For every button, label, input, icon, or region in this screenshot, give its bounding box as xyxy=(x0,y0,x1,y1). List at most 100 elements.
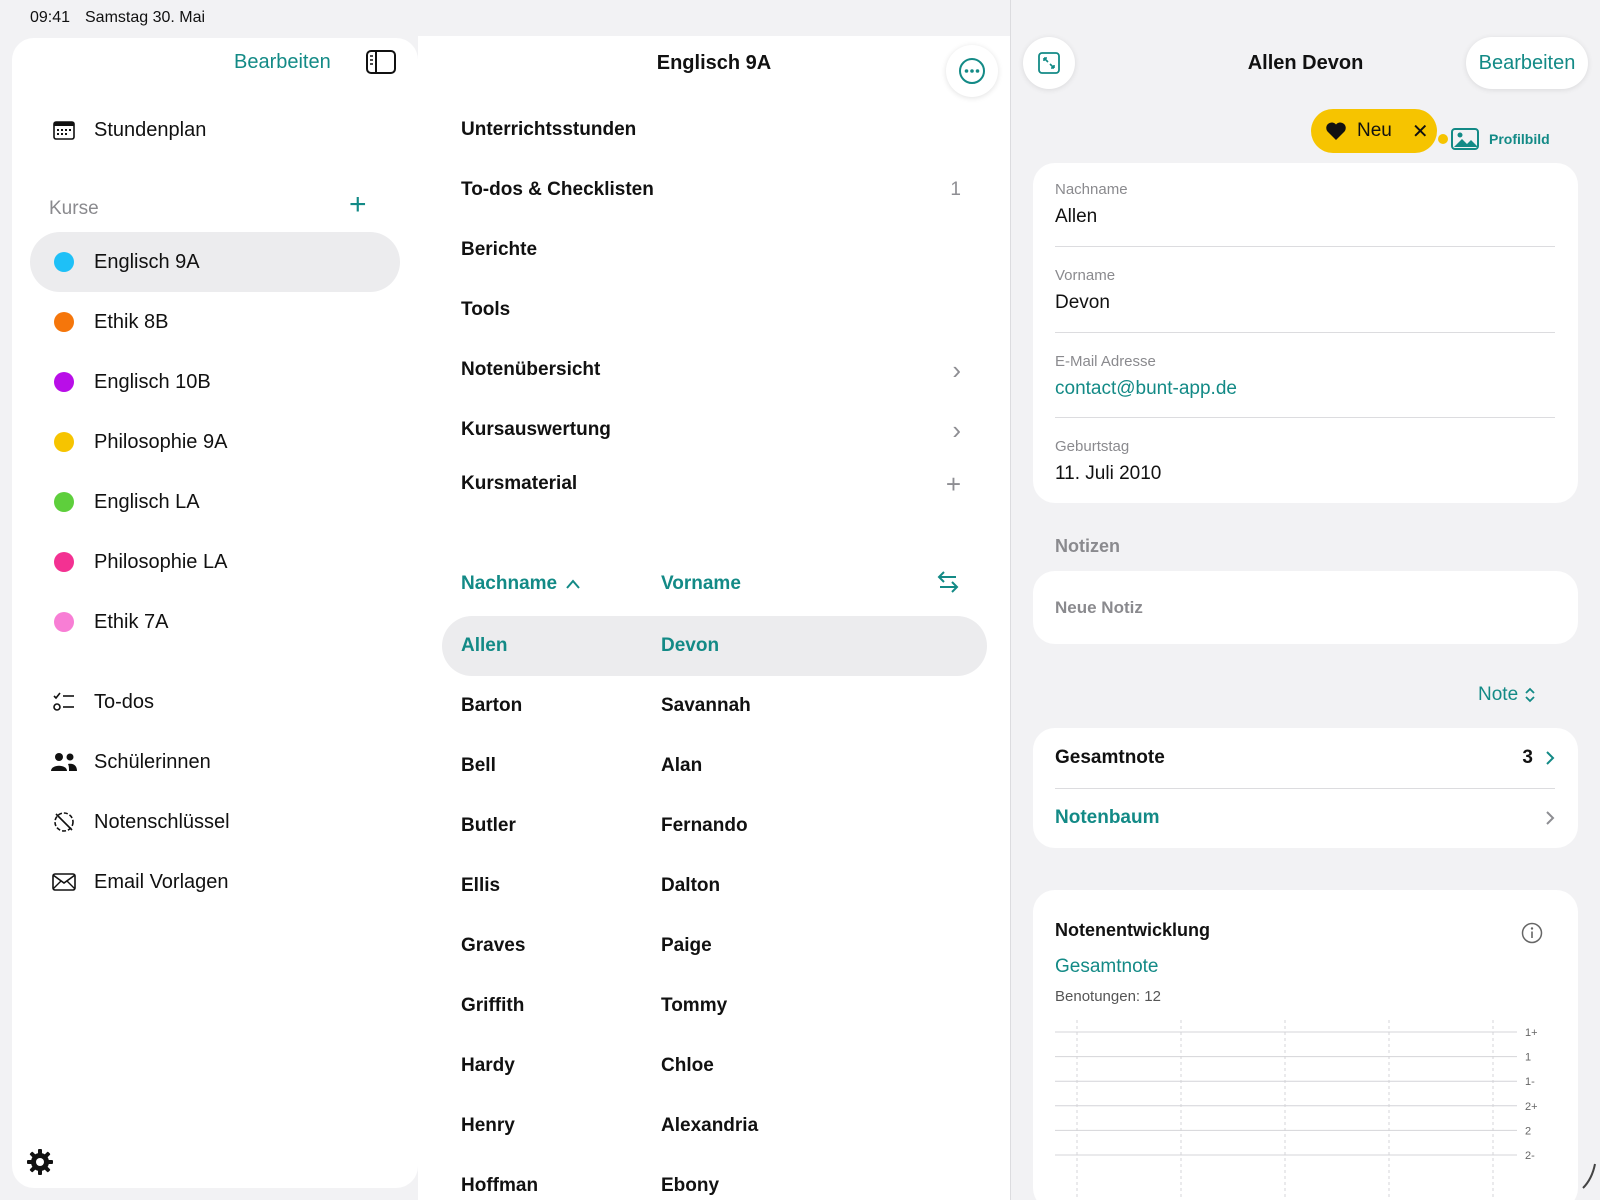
student-row[interactable]: Henry Alexandria xyxy=(442,1096,987,1156)
course-color-dot xyxy=(54,492,74,512)
student-row[interactable]: Hardy Chloe xyxy=(442,1036,987,1096)
settings-gear-icon[interactable] xyxy=(26,1148,54,1176)
heart-icon xyxy=(1326,122,1346,140)
chevron-right-icon: › xyxy=(952,414,961,445)
add-material-icon[interactable]: + xyxy=(946,469,961,500)
lastname-field[interactable]: Nachname Allen xyxy=(1055,181,1555,228)
calendar-icon xyxy=(50,120,78,140)
menu-lessons[interactable]: Unterrichtsstunden xyxy=(461,110,961,150)
profile-picture-label: Profilbild xyxy=(1489,131,1550,147)
sidebar-course-englisch-10b[interactable]: Englisch 10B xyxy=(30,352,400,412)
add-course-button[interactable]: + xyxy=(349,190,367,220)
profile-picture-button[interactable]: Profilbild xyxy=(1451,128,1550,150)
student-lastname: Ellis xyxy=(461,875,501,896)
email-link[interactable]: contact@bunt-app.de xyxy=(1055,378,1555,400)
menu-grade-overview[interactable]: Notenübersicht › xyxy=(461,350,961,390)
grade-development-subtitle: Gesamtnote xyxy=(1055,956,1159,977)
courses-section-title: Kurse xyxy=(49,198,99,219)
firstname-field[interactable]: Vorname Devon xyxy=(1055,267,1555,314)
grade-type-selector[interactable]: Note xyxy=(1478,684,1536,706)
sidebar-item-schedule[interactable]: Stundenplan xyxy=(30,100,400,160)
chart-y-tick-label: 1+ xyxy=(1525,1027,1538,1039)
swap-arrows-icon[interactable] xyxy=(936,569,960,595)
chevron-right-icon xyxy=(1546,751,1555,765)
menu-label: Berichte xyxy=(461,239,538,260)
sidebar-item-todos[interactable]: To-dos xyxy=(30,672,400,732)
sidebar-item-label: Notenschlüssel xyxy=(94,810,230,833)
sidebar-course-englisch-la[interactable]: Englisch LA xyxy=(30,472,400,532)
detail-edit-button[interactable]: Bearbeiten xyxy=(1466,37,1588,89)
sidebar-course-englisch-9a[interactable]: Englisch 9A xyxy=(30,232,400,292)
photo-icon xyxy=(1451,128,1479,150)
status-time: 09:41 xyxy=(30,9,71,26)
student-info-card: Nachname Allen Vorname Devon E-Mail Adre… xyxy=(1033,163,1578,503)
sidebar-item-label: Philosophie 9A xyxy=(94,430,228,453)
grade-development-title: Notenentwicklung xyxy=(1055,920,1211,940)
sidebar-course-ethik-8b[interactable]: Ethik 8B xyxy=(30,292,400,352)
sidebar-course-ethik-7a[interactable]: Ethik 7A xyxy=(30,592,400,652)
student-row[interactable]: Allen Devon xyxy=(442,616,987,676)
field-value: 11. Juli 2010 xyxy=(1055,463,1162,484)
chart-y-tick-label: 1- xyxy=(1525,1076,1535,1088)
grade-development-chart: 1+ 1 1- 2+ 2 2- xyxy=(1055,1020,1538,1200)
sidebar-item-email-templates[interactable]: Email Vorlagen xyxy=(30,852,400,912)
student-firstname: Alan xyxy=(661,755,703,776)
divider xyxy=(1055,332,1555,333)
student-firstname: Alexandria xyxy=(661,1115,759,1136)
student-firstname: Chloe xyxy=(661,1055,714,1076)
grade-key-icon xyxy=(50,811,78,833)
menu-label: Kursauswertung xyxy=(461,419,611,440)
student-lastname: Hardy xyxy=(461,1055,515,1076)
more-options-button[interactable] xyxy=(946,45,998,97)
menu-reports[interactable]: Berichte xyxy=(461,230,961,270)
tag-label: Neu xyxy=(1357,120,1392,141)
student-row[interactable]: Ellis Dalton xyxy=(442,856,987,916)
menu-label: To-dos & Checklisten xyxy=(461,179,654,200)
chevron-up-icon xyxy=(566,579,580,589)
student-firstname: Ebony xyxy=(661,1175,720,1196)
sidebar-course-philosophie-9a[interactable]: Philosophie 9A xyxy=(30,412,400,472)
remove-tag-icon[interactable]: ✕ xyxy=(1412,119,1429,144)
email-field[interactable]: E-Mail Adresse contact@bunt-app.de xyxy=(1055,353,1555,400)
student-lastname: Butler xyxy=(461,815,516,836)
pencil-scribble-icon xyxy=(1582,1163,1596,1189)
sidebar-item-label: Ethik 8B xyxy=(94,310,169,333)
sidebar-edit-button[interactable]: Bearbeiten xyxy=(234,51,331,74)
info-icon[interactable] xyxy=(1521,922,1543,944)
sidebar-toggle-icon[interactable] xyxy=(366,50,396,74)
student-firstname: Tommy xyxy=(661,995,728,1016)
overall-grade-value: 3 xyxy=(1522,747,1533,768)
sidebar-course-philosophie-la[interactable]: Philosophie LA xyxy=(30,532,400,592)
overall-grade-row[interactable]: Gesamtnote 3 xyxy=(1055,728,1555,788)
menu-todos-checklists[interactable]: To-dos & Checklisten 1 xyxy=(461,170,961,210)
people-icon xyxy=(50,752,78,772)
sidebar-item-students[interactable]: Schülerinnen xyxy=(30,732,400,792)
field-label: Nachname xyxy=(1055,181,1128,198)
chevron-right-icon xyxy=(1546,811,1555,825)
menu-label: Tools xyxy=(461,299,511,320)
course-color-dot xyxy=(54,252,74,272)
student-lastname: Graves xyxy=(461,935,526,956)
birthday-field[interactable]: Geburtstag 11. Juli 2010 xyxy=(1055,438,1555,485)
menu-tools[interactable]: Tools xyxy=(461,290,961,330)
student-lastname: Barton xyxy=(461,695,523,716)
new-note-card[interactable]: Neue Notiz xyxy=(1033,571,1578,644)
course-color-dot xyxy=(54,552,74,572)
student-row[interactable]: Butler Fernando xyxy=(442,796,987,856)
course-color-dot xyxy=(54,372,74,392)
student-row[interactable]: Graves Paige xyxy=(442,916,987,976)
tag-chip[interactable]: Neu ✕ xyxy=(1311,109,1437,153)
grade-tree-row[interactable]: Notenbaum xyxy=(1055,788,1555,848)
sidebar-item-grade-key[interactable]: Notenschlüssel xyxy=(30,792,400,852)
field-value: Allen xyxy=(1055,206,1098,227)
student-row[interactable]: Bell Alan xyxy=(442,736,987,796)
student-row[interactable]: Barton Savannah xyxy=(442,676,987,736)
sort-lastname-header[interactable]: Nachname xyxy=(461,573,581,595)
menu-course-material[interactable]: Kursmaterial + xyxy=(461,464,961,504)
student-row[interactable]: Hoffman Ebony xyxy=(442,1156,987,1200)
student-row[interactable]: Griffith Tommy xyxy=(442,976,987,1036)
menu-course-evaluation[interactable]: Kursauswertung › xyxy=(461,410,961,450)
column-header-label: Nachname xyxy=(461,573,558,594)
chart-y-tick-label: 2- xyxy=(1525,1150,1535,1162)
sort-firstname-header[interactable]: Vorname xyxy=(661,573,741,595)
